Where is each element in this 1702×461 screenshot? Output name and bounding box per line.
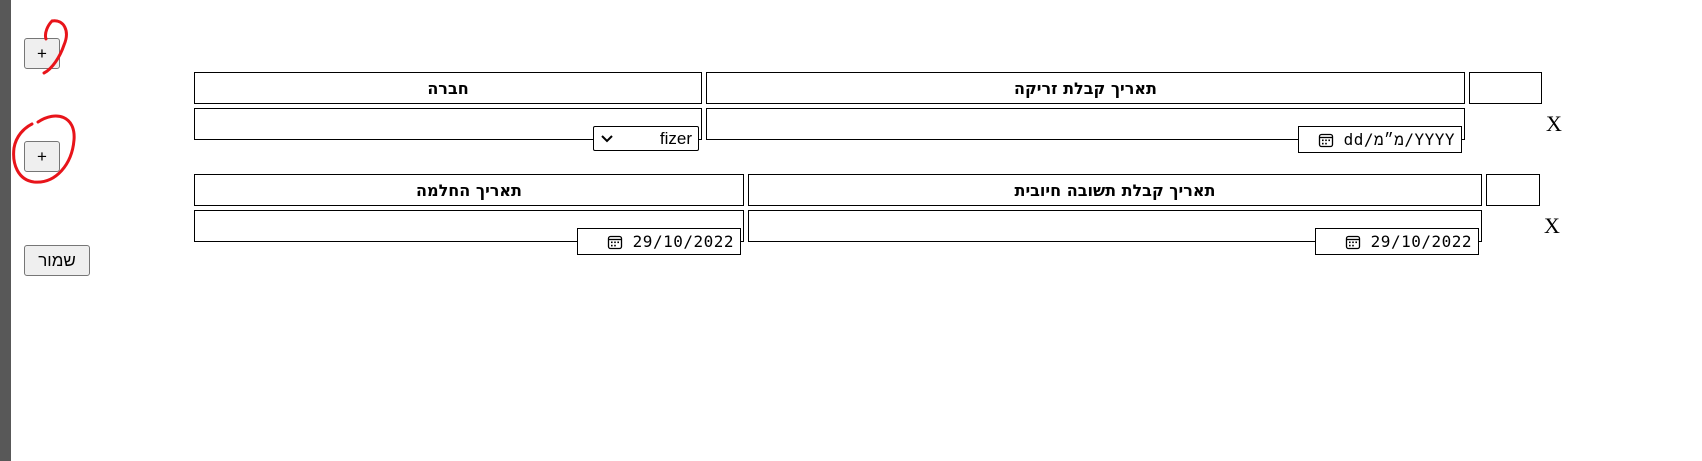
header-injection-date: תאריך קבלת זריקה — [706, 72, 1465, 104]
vaccination-table: חברה תאריך קבלת זריקה fizer dd/מ״מ/YYYY … — [190, 68, 1562, 153]
calendar-icon[interactable] — [607, 234, 623, 250]
recovery-date-input[interactable]: 29/10/2022 — [577, 228, 741, 255]
header-positive-result-date: תאריך קבלת תשובה חיובית — [748, 174, 1482, 206]
window-edge — [0, 0, 11, 461]
chevron-down-icon — [601, 134, 613, 142]
calendar-icon[interactable] — [1318, 132, 1334, 148]
injection-date-cell: dd/מ״מ/YYYY — [706, 108, 1465, 153]
company-select[interactable]: fizer — [593, 126, 699, 151]
add-vaccination-button[interactable]: + — [24, 38, 60, 69]
calendar-icon[interactable] — [1345, 234, 1361, 250]
page: + + שמור חברה תאריך קבלת זריקה fizer dd/… — [0, 0, 1702, 461]
company-select-value: fizer — [659, 128, 692, 148]
company-cell: fizer — [194, 108, 702, 151]
header-empty-cell — [1469, 72, 1542, 104]
header-recovery-date: תאריך החלמה — [194, 174, 744, 206]
save-button[interactable]: שמור — [24, 245, 90, 276]
positive-result-date-input[interactable]: 29/10/2022 — [1315, 228, 1479, 255]
positive-result-date-value: 29/10/2022 — [1370, 232, 1472, 251]
header-empty-cell — [1486, 174, 1540, 206]
recovery-table: תאריך החלמה תאריך קבלת תשובה חיובית 29/1… — [190, 170, 1560, 255]
injection-date-value: dd/מ״מ/YYYY — [1343, 129, 1455, 149]
injection-date-input[interactable]: dd/מ״מ/YYYY — [1298, 126, 1462, 153]
recovery-date-value: 29/10/2022 — [632, 232, 734, 251]
add-recovery-button[interactable]: + — [24, 141, 60, 172]
recovery-date-cell: 29/10/2022 — [194, 210, 744, 255]
header-company: חברה — [194, 72, 702, 104]
positive-result-date-cell: 29/10/2022 — [748, 210, 1482, 255]
